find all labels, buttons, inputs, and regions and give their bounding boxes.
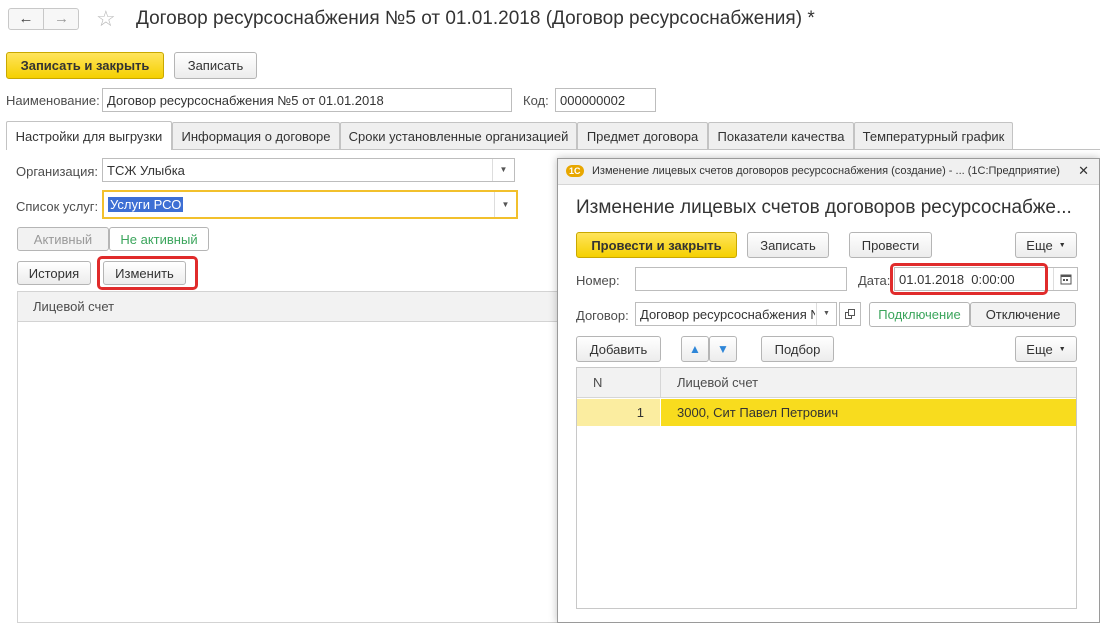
table-row[interactable]: 1 3000, Сит Павел Петрович — [577, 399, 1076, 426]
column-header-account: Лицевой счет — [677, 375, 759, 390]
chevron-down-icon[interactable]: ▼ — [492, 159, 514, 181]
org-label: Организация: — [16, 164, 99, 179]
code-label: Код: — [523, 93, 549, 108]
more-label: Еще — [1026, 341, 1053, 357]
row-account: 3000, Сит Павел Петрович — [677, 405, 839, 420]
contract-field[interactable]: Договор ресурсоснабжения № ▼ — [635, 302, 837, 326]
code-field[interactable]: 000000002 — [555, 88, 656, 112]
back-icon[interactable]: ← — [9, 9, 44, 29]
services-field[interactable]: Услуги РСО ▼ — [102, 190, 518, 219]
post-button[interactable]: Провести — [849, 232, 932, 258]
row-number-cell: 1 — [577, 399, 660, 426]
history-button[interactable]: История — [17, 261, 91, 285]
column-header-n: N — [593, 375, 603, 390]
tab-contract-subject[interactable]: Предмет договора — [577, 122, 708, 149]
move-up-button[interactable]: ▲ — [681, 336, 709, 362]
tab-temperature-chart[interactable]: Температурный график — [854, 122, 1013, 149]
accounts-header: Лицевой счет — [18, 292, 561, 322]
services-value: Услуги РСО — [108, 197, 184, 212]
grid-header: N Лицевой счет — [577, 368, 1076, 398]
nav-buttons: ← → — [8, 8, 79, 30]
account-column-header: Лицевой счет — [33, 299, 115, 314]
move-down-button[interactable]: ▼ — [709, 336, 737, 362]
org-field[interactable]: ТСЖ Улыбка ▼ — [102, 158, 515, 182]
active-button[interactable]: Активный — [17, 227, 109, 251]
row-account-cell: 3000, Сит Павел Петрович — [661, 399, 1076, 426]
arrow-down-icon: ▼ — [717, 342, 729, 356]
selection-button[interactable]: Подбор — [761, 336, 834, 362]
contract-label: Договор: — [576, 308, 629, 323]
services-label: Список услуг: — [16, 199, 99, 214]
number-label: Номер: — [576, 273, 620, 288]
row-number: 1 — [636, 405, 644, 420]
page-title: Договор ресурсоснабжения №5 от 01.01.201… — [136, 8, 815, 29]
chevron-down-icon: ▼ — [1058, 345, 1066, 353]
add-button[interactable]: Добавить — [576, 336, 661, 362]
name-label: Наименование: — [6, 93, 100, 108]
chevron-down-icon[interactable]: ▼ — [816, 303, 836, 325]
connect-toggle[interactable]: Подключение — [869, 302, 970, 327]
accounts-table: Лицевой счет — [17, 291, 562, 623]
disconnect-toggle[interactable]: Отключение — [970, 302, 1076, 327]
save-close-button[interactable]: Записать и закрыть — [6, 52, 164, 79]
forward-icon[interactable]: → — [44, 9, 79, 29]
tab-export-settings[interactable]: Настройки для выгрузки — [6, 121, 172, 150]
highlight-date — [890, 263, 1048, 295]
more-label: Еще — [1026, 237, 1053, 253]
favorite-star-icon[interactable]: ☆ — [96, 6, 116, 32]
table-more-button[interactable]: Еще ▼ — [1015, 336, 1077, 362]
tab-quality-indicators[interactable]: Показатели качества — [708, 122, 854, 149]
close-icon[interactable]: ✕ — [1078, 163, 1089, 179]
accounts-grid: N Лицевой счет 1 3000, Сит Павел Петрови… — [576, 367, 1077, 609]
tab-contract-info[interactable]: Информация о договоре — [172, 122, 340, 149]
dialog-titlebar: 1С Изменение лицевых счетов договоров ре… — [558, 159, 1099, 185]
highlight-change — [97, 256, 198, 290]
post-close-button[interactable]: Провести и закрыть — [576, 232, 737, 258]
inactive-button[interactable]: Не активный — [109, 227, 209, 251]
dialog-save-button[interactable]: Записать — [747, 232, 829, 258]
number-field[interactable] — [635, 267, 847, 291]
chevron-down-icon[interactable]: ▼ — [494, 192, 516, 217]
tab-org-deadlines[interactable]: Сроки установленные организацией — [340, 122, 577, 149]
dialog-window-title: Изменение лицевых счетов договоров ресур… — [592, 165, 1060, 177]
save-button[interactable]: Записать — [174, 52, 257, 79]
org-value: ТСЖ Улыбка — [107, 162, 185, 178]
app-logo-icon: 1С — [566, 165, 584, 177]
dialog-heading: Изменение лицевых счетов договоров ресур… — [576, 197, 1072, 218]
arrow-up-icon: ▲ — [689, 342, 701, 356]
contract-value: Договор ресурсоснабжения № — [640, 306, 815, 322]
name-field[interactable]: Договор ресурсоснабжения №5 от 01.01.201… — [102, 88, 512, 112]
open-icon[interactable] — [839, 302, 861, 326]
calendar-icon[interactable] — [1053, 268, 1077, 290]
dialog-window: 1С Изменение лицевых счетов договоров ре… — [557, 158, 1100, 623]
date-label: Дата: — [858, 273, 891, 288]
column-divider — [660, 368, 661, 398]
more-button[interactable]: Еще ▼ — [1015, 232, 1077, 258]
chevron-down-icon: ▼ — [1058, 241, 1066, 249]
